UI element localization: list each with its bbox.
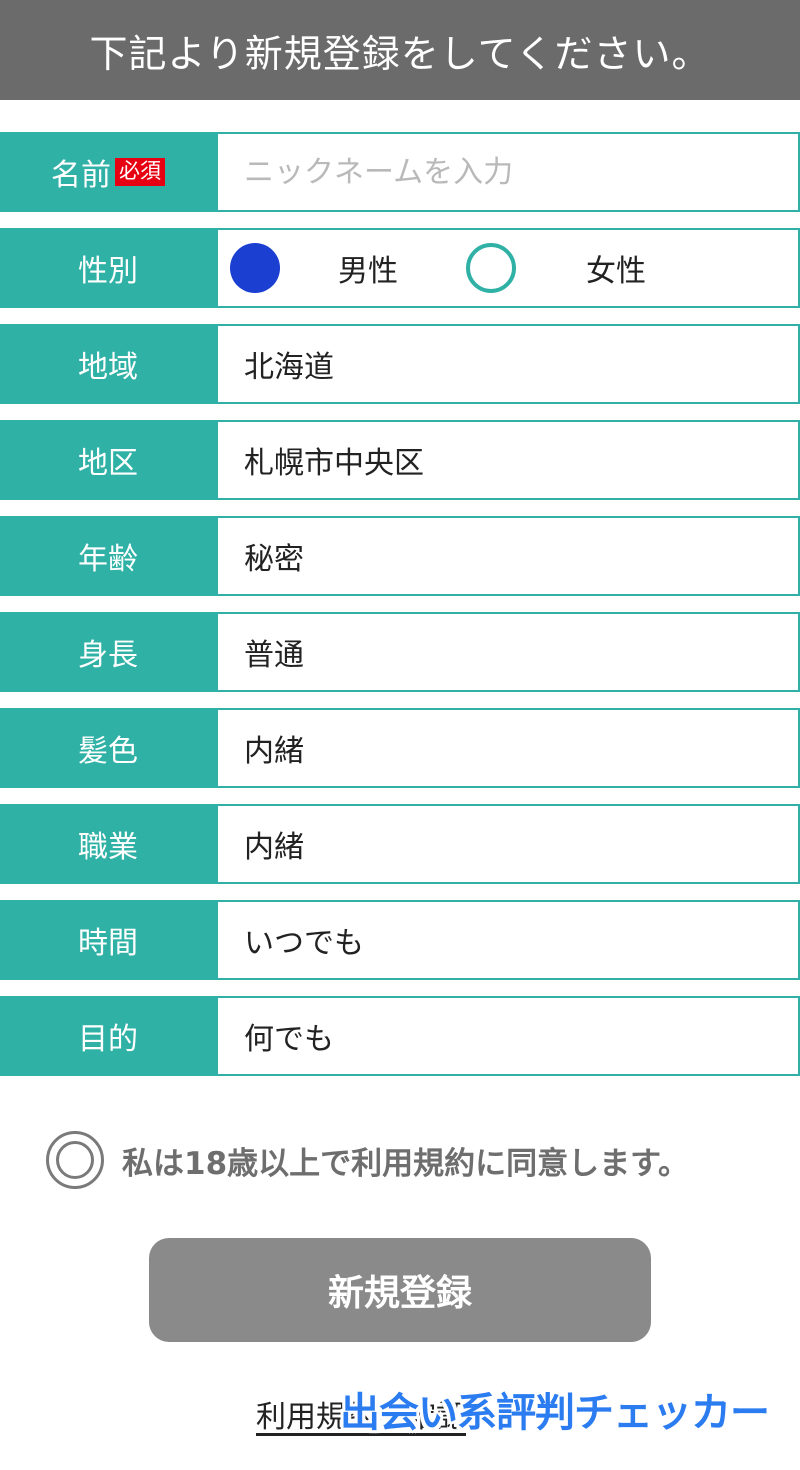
age-select[interactable]: 秘密 xyxy=(216,516,800,596)
occupation-label: 職業 xyxy=(78,830,138,865)
radio-checked-icon[interactable] xyxy=(230,243,280,293)
watermark: 出会い系評判チェッカー xyxy=(340,1390,770,1436)
time-label: 時間 xyxy=(78,926,138,961)
hair-color-label-cell: 髪色 xyxy=(0,708,216,788)
district-value: 札幌市中央区 xyxy=(244,446,424,481)
purpose-label-cell: 目的 xyxy=(0,996,216,1076)
region-value: 北海道 xyxy=(244,350,334,385)
height-value: 普通 xyxy=(244,638,304,673)
hair-color-value: 内緒 xyxy=(244,734,304,769)
age-label-cell: 年齢 xyxy=(0,516,216,596)
agreement-checkbox[interactable]: 私は18歳以上で利用規約に同意します。 xyxy=(46,1130,689,1190)
gender-option-label: 男性 xyxy=(338,254,398,289)
form-row-purpose: 目的 何でも xyxy=(0,996,800,1076)
age-label: 年齢 xyxy=(78,542,138,577)
form-row-district: 地区 札幌市中央区 xyxy=(0,420,800,500)
region-select[interactable]: 北海道 xyxy=(216,324,800,404)
region-label: 地域 xyxy=(78,350,138,385)
nickname-input[interactable] xyxy=(244,154,798,190)
required-badge: 必須 xyxy=(115,158,165,186)
form-row-name: 名前 必須 xyxy=(0,132,800,212)
time-select[interactable]: いつでも xyxy=(216,900,800,980)
form-row-occupation: 職業 内緒 xyxy=(0,804,800,884)
agreement-text: 私は18歳以上で利用規約に同意します。 xyxy=(122,1145,690,1182)
gender-option-female[interactable]: 女性 xyxy=(466,230,766,306)
radio-unchecked-icon[interactable] xyxy=(466,243,516,293)
gender-option-label: 女性 xyxy=(586,254,646,289)
time-value: いつでも xyxy=(244,926,364,961)
register-button[interactable]: 新規登録 xyxy=(149,1238,651,1342)
name-label-cell: 名前 必須 xyxy=(0,132,216,212)
district-label: 地区 xyxy=(78,446,138,481)
time-label-cell: 時間 xyxy=(0,900,216,980)
district-label-cell: 地区 xyxy=(0,420,216,500)
height-label-cell: 身長 xyxy=(0,612,216,692)
hair-color-label: 髪色 xyxy=(78,734,138,769)
form-row-region: 地域 北海道 xyxy=(0,324,800,404)
inner-circle xyxy=(56,1141,94,1179)
purpose-label: 目的 xyxy=(78,1022,138,1057)
form-row-time: 時間 いつでも xyxy=(0,900,800,980)
hair-color-select[interactable]: 内緒 xyxy=(216,708,800,788)
occupation-label-cell: 職業 xyxy=(0,804,216,884)
gender-label: 性別 xyxy=(78,254,138,289)
gender-label-cell: 性別 xyxy=(0,228,216,308)
height-select[interactable]: 普通 xyxy=(216,612,800,692)
district-select[interactable]: 札幌市中央区 xyxy=(216,420,800,500)
gender-option-male[interactable]: 男性 xyxy=(230,230,466,306)
header-title: 下記より新規登録をしてください。 xyxy=(89,31,711,76)
name-field[interactable] xyxy=(216,132,800,212)
occupation-value: 内緒 xyxy=(244,830,304,865)
gender-field: 男性 女性 xyxy=(216,228,800,308)
form-row-gender: 性別 男性 女性 xyxy=(0,228,800,308)
page-header: 下記より新規登録をしてください。 xyxy=(0,0,800,100)
purpose-select[interactable]: 何でも xyxy=(216,996,800,1076)
form-row-hair-color: 髪色 内緒 xyxy=(0,708,800,788)
form-row-height: 身長 普通 xyxy=(0,612,800,692)
purpose-value: 何でも xyxy=(244,1022,334,1057)
age-value: 秘密 xyxy=(244,542,304,577)
region-label-cell: 地域 xyxy=(0,324,216,404)
double-circle-icon[interactable] xyxy=(46,1131,104,1189)
name-label: 名前 xyxy=(51,158,111,193)
form-row-age: 年齢 秘密 xyxy=(0,516,800,596)
occupation-select[interactable]: 内緒 xyxy=(216,804,800,884)
height-label: 身長 xyxy=(78,638,138,673)
